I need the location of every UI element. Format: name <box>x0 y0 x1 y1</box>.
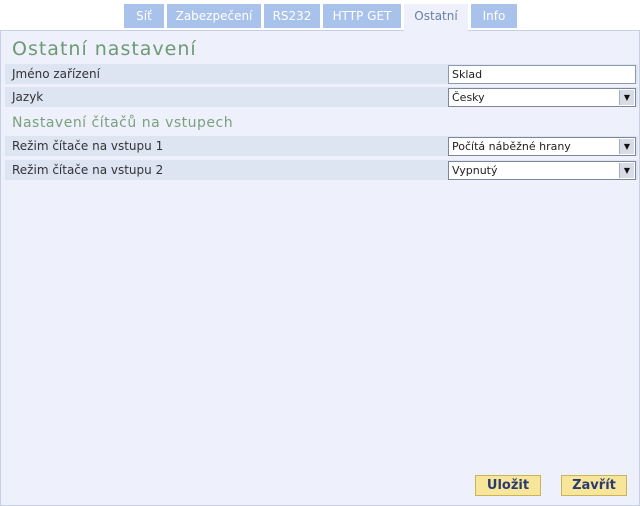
chevron-down-icon: ▼ <box>619 163 634 178</box>
counters-section-title: Nastavení čítačů na vstupech <box>12 115 234 131</box>
tab-sit[interactable]: Síť <box>124 4 164 28</box>
counter2-label: Režim čítače na vstupu 2 <box>12 163 164 177</box>
close-button[interactable]: Zavřít <box>561 475 627 496</box>
page-title: Ostatní nastavení <box>12 38 197 60</box>
tab-info[interactable]: Info <box>471 4 517 28</box>
tab-http-get[interactable]: HTTP GET <box>323 4 401 28</box>
chevron-down-icon: ▼ <box>619 139 634 154</box>
tab-rs232[interactable]: RS232 <box>264 4 320 28</box>
counter2-select-value: Vypnutý <box>452 164 498 177</box>
tab-bar: Síť Zabezpečení RS232 HTTP GET Ostatní I… <box>0 4 640 31</box>
language-label: Jazyk <box>12 90 44 104</box>
tab-zabezpeceni[interactable]: Zabezpečení <box>167 4 261 28</box>
counter2-row: Režim čítače na vstupu 2 Vypnutý ▼ <box>5 160 638 180</box>
counter2-select[interactable]: Vypnutý ▼ <box>448 161 636 180</box>
settings-panel: Ostatní nastavení Jméno zařízení Jazyk Č… <box>0 30 640 506</box>
language-row: Jazyk Česky ▼ <box>5 87 638 107</box>
counter1-select[interactable]: Počítá náběžné hrany ▼ <box>448 137 636 156</box>
counter1-row: Režim čítače na vstupu 1 Počítá náběžné … <box>5 136 638 156</box>
tab-ostatni[interactable]: Ostatní <box>404 4 468 31</box>
device-name-input[interactable] <box>448 65 636 84</box>
chevron-down-icon: ▼ <box>619 90 634 105</box>
language-select[interactable]: Česky ▼ <box>448 88 636 107</box>
save-button[interactable]: Uložit <box>475 475 541 496</box>
counter1-label: Režim čítače na vstupu 1 <box>12 139 164 153</box>
device-name-label: Jméno zařízení <box>12 67 100 81</box>
counter1-select-value: Počítá náběžné hrany <box>452 140 571 153</box>
language-select-value: Česky <box>452 91 485 104</box>
device-name-row: Jméno zařízení <box>5 64 638 84</box>
